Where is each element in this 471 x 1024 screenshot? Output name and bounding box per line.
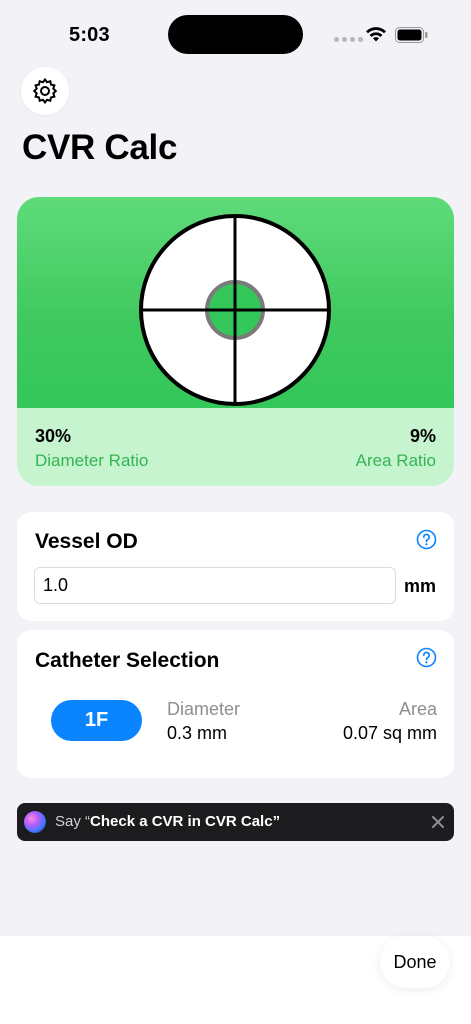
catheter-selection-title: Catheter Selection xyxy=(35,649,220,672)
done-button[interactable]: Done xyxy=(380,936,450,988)
siri-suffix: ” xyxy=(272,813,281,830)
vessel-od-title: Vessel OD xyxy=(35,530,138,553)
page-title: CVR Calc xyxy=(22,128,178,167)
area-ratio-label: Area Ratio xyxy=(355,451,436,470)
battery-icon xyxy=(395,27,428,43)
vessel-od-input[interactable] xyxy=(34,567,396,604)
siri-suggestion-banner[interactable]: Say “Check a CVR in CVR Calc” xyxy=(17,803,454,841)
ratio-card: 30% Diameter Ratio 9% Area Ratio xyxy=(17,197,454,486)
dynamic-island xyxy=(168,15,303,54)
close-icon[interactable] xyxy=(431,815,445,829)
gear-icon xyxy=(32,77,58,105)
siri-suggestion-text: Say “Check a CVR in CVR Calc” xyxy=(55,813,280,830)
settings-button[interactable] xyxy=(21,67,69,115)
diameter-label: Diameter xyxy=(167,699,241,719)
area-ratio: 9% Area Ratio xyxy=(356,425,436,473)
diameter-ratio-value: 30% xyxy=(35,426,72,446)
diameter-ratio-label: Diameter Ratio xyxy=(35,451,149,470)
catheter-size-button[interactable]: 1F xyxy=(51,700,142,741)
question-circle-icon[interactable] xyxy=(416,529,437,550)
status-time: 5:03 xyxy=(69,24,110,46)
area-value: 0.07 sq mm xyxy=(342,723,437,743)
cellular-signal-icon xyxy=(334,37,363,42)
area-label: Area xyxy=(398,699,437,719)
vessel-od-card: Vessel OD mm xyxy=(17,512,454,621)
screen: 5:03 CVR Calc 30% Diameter Ratio 9% Area… xyxy=(0,0,471,1024)
wifi-icon xyxy=(366,27,386,42)
diameter-ratio: 30% Diameter Ratio xyxy=(35,425,148,473)
siri-prefix: Say “ xyxy=(55,813,91,830)
diameter-value: 0.3 mm xyxy=(167,723,228,743)
vessel-od-unit: mm xyxy=(404,576,437,596)
catheter-selection-card: Catheter Selection 1F Diameter 0.3 mm Ar… xyxy=(17,630,454,778)
vessel-catheter-diagram xyxy=(139,214,331,406)
area-ratio-value: 9% xyxy=(409,426,436,446)
question-circle-icon[interactable] xyxy=(416,647,437,668)
siri-phrase: Check a CVR in CVR Calc xyxy=(90,813,273,830)
siri-orb-icon xyxy=(24,811,46,833)
